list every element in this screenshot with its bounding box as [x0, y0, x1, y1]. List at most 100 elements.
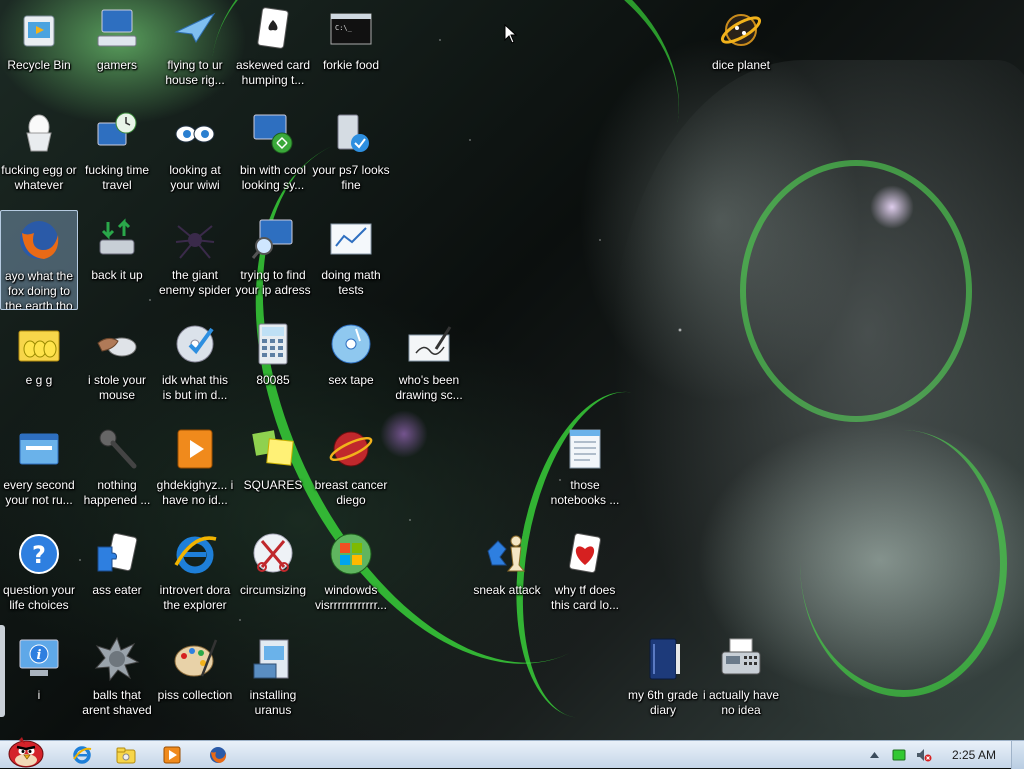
paint-palette-icon: [172, 636, 218, 682]
backup-drive-icon: [94, 216, 140, 262]
egg-cup-icon: [16, 111, 62, 157]
fax-machine-icon: [718, 636, 764, 682]
desktop-icon-askewed-card-humping-t[interactable]: askewed card humping t...: [234, 0, 312, 100]
desktop-icon-label: every second your not ru...: [3, 478, 75, 507]
taskbar-clock[interactable]: 2:25 AM: [944, 741, 1004, 769]
taskbar-firefox[interactable]: [198, 743, 238, 767]
desktop-icon-80085[interactable]: 80085: [234, 315, 312, 415]
command-prompt-icon: C:\_: [328, 6, 374, 52]
show-hidden-icons-button[interactable]: [866, 741, 882, 769]
desktop-icon-label: bin with cool looking sy...: [239, 163, 307, 192]
desktop-icon-question-your-life-choices[interactable]: ? question your life choices: [0, 525, 78, 625]
desktop-icon-the-giant-enemy-spider[interactable]: the giant enemy spider: [156, 210, 234, 310]
desktop-icon-label: looking at your wiwi: [169, 163, 221, 192]
desktop-icon-i-actually-have-no-idea[interactable]: i actually have no idea: [702, 630, 780, 730]
scissors-icon: [250, 531, 296, 577]
math-chart-icon: [328, 216, 374, 262]
desktop-icon-ass-eater[interactable]: ass eater: [78, 525, 156, 625]
spider-icon: [172, 216, 218, 262]
network-tray-button[interactable]: [890, 741, 908, 769]
desktop-icon-label: dice planet: [711, 58, 771, 72]
desktop-icon-installing-uranus[interactable]: installing uranus: [234, 630, 312, 730]
media-disc-icon: [328, 321, 374, 367]
desktop-icon-forkie-food[interactable]: C:\_forkie food: [312, 0, 390, 100]
volume-muted-icon: [917, 749, 932, 762]
playing-card-icon: [250, 6, 296, 52]
taskbar-internet-explorer[interactable]: [62, 743, 102, 767]
desktop-icon-label: forkie food: [322, 58, 380, 72]
desktop-icon-label: sneak attack: [473, 583, 541, 597]
desktop-icon-label: askewed card humping t...: [235, 58, 311, 87]
desktop-icon-doing-math-tests[interactable]: doing math tests: [312, 210, 390, 310]
dice-planet-icon: [718, 6, 764, 52]
desktop-icon-sneak-attack[interactable]: sneak attack: [468, 525, 546, 625]
start-button[interactable]: [0, 733, 52, 769]
desktop-icon-sex-tape[interactable]: sex tape: [312, 315, 390, 415]
desktop-icon-label: sex tape: [328, 373, 374, 387]
desktop-icon-ayo-what-the-fox-doing-to-the-earth-tho[interactable]: ayo what the fox doing to the earth tho: [0, 210, 78, 310]
desktop-icon-label: idk what this is but im d...: [161, 373, 229, 402]
desktop-icon-i[interactable]: ii: [0, 630, 78, 730]
desktop-icon-e-g-g[interactable]: e g g: [0, 315, 78, 415]
desktop-icon-balls-that-arent-shaved[interactable]: balls that arent shaved: [78, 630, 156, 730]
taskbar-media-player[interactable]: [152, 743, 192, 767]
desktop-icon-introvert-dora-the-explorer[interactable]: introvert dora the explorer: [156, 525, 234, 625]
desktop-icon-fucking-egg-or-whatever[interactable]: fucking egg or whatever: [0, 105, 78, 205]
desktop-icon-windowds-visrrrrrrrrrrrr[interactable]: windowds visrrrrrrrrrrrr...: [312, 525, 390, 625]
desktop-icon-every-second-your-not-ru[interactable]: every second your not ru...: [0, 420, 78, 520]
desktop-icon-fucking-time-travel[interactable]: fucking time travel: [78, 105, 156, 205]
desktop-icon-label: your ps7 looks fine: [312, 163, 390, 192]
desktop-icon-label: the giant enemy spider: [158, 268, 232, 297]
desktop-icon-back-it-up[interactable]: back it up: [78, 210, 156, 310]
desktop-icon-label: breast cancer diego: [314, 478, 388, 507]
desktop-icon-idk-what-this-is-but-im-d[interactable]: idk what this is but im d...: [156, 315, 234, 415]
desktop-icon-i-stole-your-mouse[interactable]: i stole your mouse: [78, 315, 156, 415]
taskbar-windows-explorer[interactable]: [106, 743, 146, 767]
sync-computer-icon: [250, 111, 296, 157]
desktop-icon-circumsizing[interactable]: circumsizing: [234, 525, 312, 625]
desktop-icon-label: back it up: [91, 268, 143, 282]
desktop-icon-label: doing math tests: [321, 268, 381, 297]
desktop-icon-label: 80085: [256, 373, 290, 387]
disc-check-icon: [172, 321, 218, 367]
taskbar: 2:25 AM: [0, 737, 1024, 769]
sticky-notes-icon: [250, 426, 296, 472]
desktop-icon-trying-to-find-your-ip-adress[interactable]: trying to find your ip adress: [234, 210, 312, 310]
explorer-folder-icon: [116, 747, 136, 764]
desktop-icon-label: SQUARES: [243, 478, 303, 492]
desktop-icon-label: ass eater: [92, 583, 142, 597]
desktop-icon-my-6th-grade-diary[interactable]: my 6th grade diary: [624, 630, 702, 730]
window-icon: [16, 426, 62, 472]
desktop-icon-looking-at-your-wiwi[interactable]: looking at your wiwi: [156, 105, 234, 205]
desktop-icon-those-notebooks[interactable]: those notebooks ...: [546, 420, 624, 520]
desktop-icon-gamers[interactable]: gamers: [78, 0, 156, 100]
info-computer-icon: i: [16, 636, 62, 682]
desktop-icon-breast-cancer-diego[interactable]: breast cancer diego: [312, 420, 390, 520]
sidebar-gadget-tab[interactable]: [0, 625, 5, 717]
eyes-icon: [172, 111, 218, 157]
desktop-icon-label: those notebooks ...: [550, 478, 620, 507]
mouse-cursor-icon: [504, 24, 518, 44]
angry-bird-icon: [8, 737, 44, 768]
desktop-icon-why-tf-does-this-card-lo[interactable]: why tf does this card lo...: [546, 525, 624, 625]
show-desktop-button[interactable]: [1011, 741, 1024, 769]
folder-eggs-icon: [16, 321, 62, 367]
desktop-icon-dice-planet[interactable]: dice planet: [702, 0, 780, 100]
media-player-icon: [163, 746, 181, 764]
desktop-icon-label: question your life choices: [2, 583, 76, 612]
desktop-icon-your-ps7-looks-fine[interactable]: your ps7 looks fine: [312, 105, 390, 205]
desktop-icon-bin-with-cool-looking-sy[interactable]: bin with cool looking sy...: [234, 105, 312, 205]
paper-plane-icon: [172, 6, 218, 52]
desktop-icon-nothing-happened[interactable]: nothing happened ...: [78, 420, 156, 520]
desktop-icon-ghdekighyz-i-have-no-id[interactable]: ghdekighyz... i have no id...: [156, 420, 234, 520]
volume-tray-button[interactable]: [914, 741, 934, 769]
desktop-icon-label: piss collection: [157, 688, 233, 702]
magnifier-computer-icon: [250, 216, 296, 262]
desktop-icon-squares[interactable]: SQUARES: [234, 420, 312, 520]
drawing-pen-icon: [406, 321, 452, 367]
clock-computer-icon: [94, 111, 140, 157]
desktop-icon-flying-to-ur-house-rig[interactable]: flying to ur house rig...: [156, 0, 234, 100]
desktop-icon-recycle-bin[interactable]: Recycle Bin: [0, 0, 78, 100]
desktop-icon-piss-collection[interactable]: piss collection: [156, 630, 234, 730]
desktop-icon-who-s-been-drawing-sc[interactable]: who's been drawing sc...: [390, 315, 468, 415]
